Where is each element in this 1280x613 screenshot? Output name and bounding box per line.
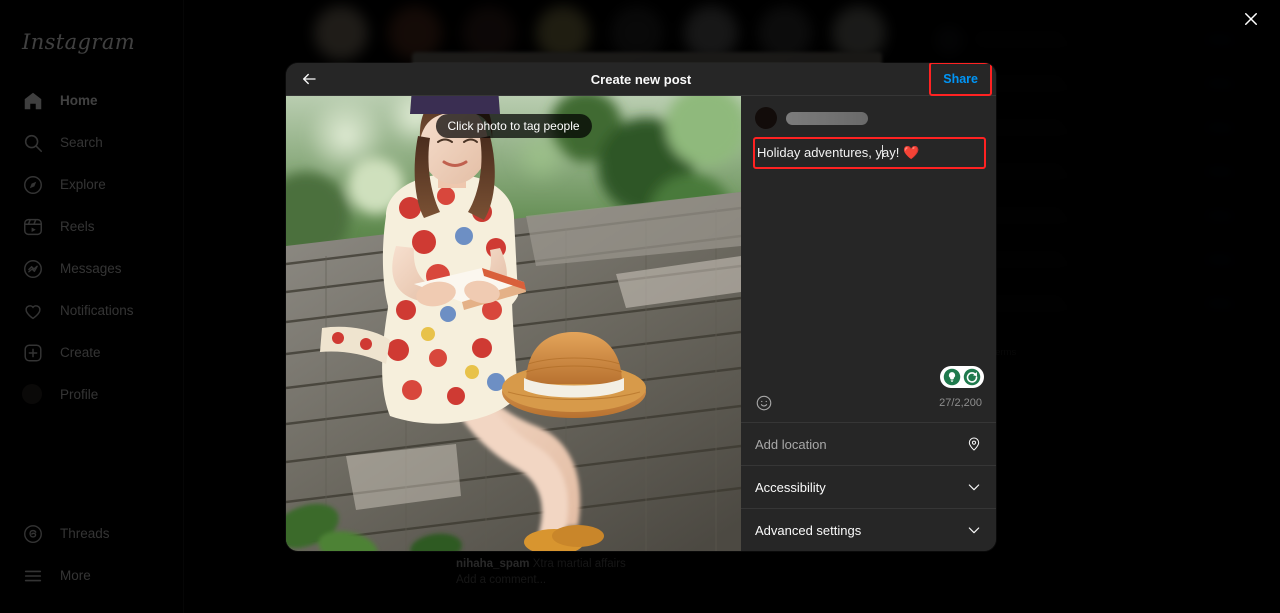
emoji-icon[interactable] <box>755 394 773 412</box>
photo-preview[interactable]: Click photo to tag people <box>286 96 741 551</box>
caption-meta-row: 27/2,200 <box>741 392 996 422</box>
chevron-down-icon <box>966 522 982 538</box>
caption-text-after-caret: ay! ❤️ <box>882 145 919 160</box>
location-pin-icon <box>966 436 982 452</box>
username-redacted <box>786 112 868 125</box>
post-image <box>286 96 741 551</box>
instagram-app: Instagram Home Search Explore Reels <box>0 0 1280 613</box>
caption-text-before-caret: Holiday adventures, y <box>757 145 882 160</box>
accessibility-label: Accessibility <box>755 480 826 495</box>
back-arrow-icon[interactable] <box>296 66 322 92</box>
add-location-row[interactable]: Add location <box>741 422 996 465</box>
avatar[interactable] <box>755 107 777 129</box>
lightbulb-icon[interactable] <box>943 368 961 386</box>
caption-pane: Holiday adventures, yay! ❤️ <box>741 96 996 551</box>
post-author-row <box>741 96 996 135</box>
character-counter: 27/2,200 <box>939 397 982 409</box>
close-icon[interactable] <box>1236 4 1266 34</box>
modal-body: Click photo to tag people <box>286 96 996 551</box>
tag-people-tooltip: Click photo to tag people <box>435 114 591 138</box>
caption-spacer <box>741 165 996 366</box>
chevron-down-icon <box>966 479 982 495</box>
share-button-wrapper: Share <box>935 67 986 91</box>
page-title: Create new post <box>286 72 996 87</box>
share-button[interactable]: Share <box>937 70 984 88</box>
add-location-label: Add location <box>755 437 827 452</box>
caption-field-wrapper: Holiday adventures, yay! ❤️ <box>753 141 984 165</box>
rewrite-refresh-icon[interactable] <box>963 368 981 386</box>
caption-input[interactable]: Holiday adventures, yay! ❤️ <box>753 141 984 165</box>
accessibility-row[interactable]: Accessibility <box>741 465 996 508</box>
modal-header: Create new post Share <box>286 63 996 96</box>
create-new-post-modal: Create new post Share Click photo to tag… <box>286 63 996 551</box>
advanced-settings-label: Advanced settings <box>755 523 861 538</box>
advanced-settings-row[interactable]: Advanced settings <box>741 508 996 551</box>
ai-writing-tools[interactable] <box>940 366 984 388</box>
